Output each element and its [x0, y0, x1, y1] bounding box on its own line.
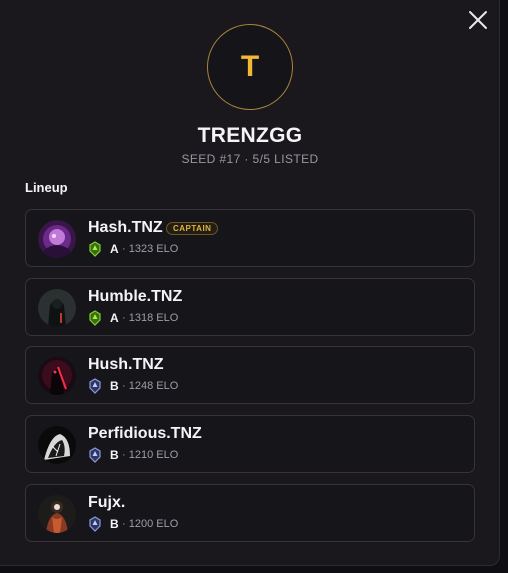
close-icon[interactable]: [466, 8, 490, 32]
player-elo: · 1323 ELO: [122, 243, 179, 255]
player-card-hash[interactable]: Hash.TNZ CAPTAIN A · 1323 ELO: [25, 209, 475, 267]
player-tier: B: [110, 517, 119, 531]
team-avatar: T: [207, 24, 293, 110]
player-name: Humble.TNZ: [88, 288, 183, 305]
team-modal: T TRENZGG SEED #17 · 5/5 LISTED Lineup H…: [0, 0, 500, 566]
player-avatar: [38, 495, 76, 533]
rank-a-icon: [88, 241, 102, 257]
player-card-humble[interactable]: Humble.TNZ A · 1318 ELO: [25, 278, 475, 336]
player-name: Perfidious.TNZ: [88, 425, 202, 442]
player-avatar: [38, 357, 76, 395]
player-elo: · 1210 ELO: [122, 449, 179, 461]
player-name: Hush.TNZ: [88, 356, 164, 373]
team-name: TRENZGG: [197, 124, 303, 147]
rank-b-icon: [88, 447, 102, 463]
player-name: Fujx.: [88, 494, 126, 511]
player-avatar: [38, 289, 76, 327]
player-card-hush[interactable]: Hush.TNZ B · 1248 ELO: [25, 346, 475, 404]
lineup-heading: Lineup: [25, 180, 68, 195]
rank-a-icon: [88, 310, 102, 326]
player-elo: · 1200 ELO: [122, 518, 179, 530]
rank-b-icon: [88, 378, 102, 394]
player-tier: A: [110, 242, 119, 256]
player-tier: B: [110, 448, 119, 462]
player-card-perfidious[interactable]: Perfidious.TNZ B · 1210 ELO: [25, 415, 475, 473]
player-tier: B: [110, 379, 119, 393]
team-seed-status: SEED #17 · 5/5 LISTED: [181, 152, 319, 166]
player-tier: A: [110, 311, 119, 325]
player-name: Hash.TNZ: [88, 219, 163, 236]
player-elo: · 1318 ELO: [122, 312, 179, 324]
player-elo: · 1248 ELO: [122, 380, 179, 392]
rank-b-icon: [88, 516, 102, 532]
player-card-fujx[interactable]: Fujx. B · 1200 ELO: [25, 484, 475, 542]
player-avatar: [38, 220, 76, 258]
player-avatar: [38, 426, 76, 464]
captain-badge: CAPTAIN: [166, 222, 219, 235]
